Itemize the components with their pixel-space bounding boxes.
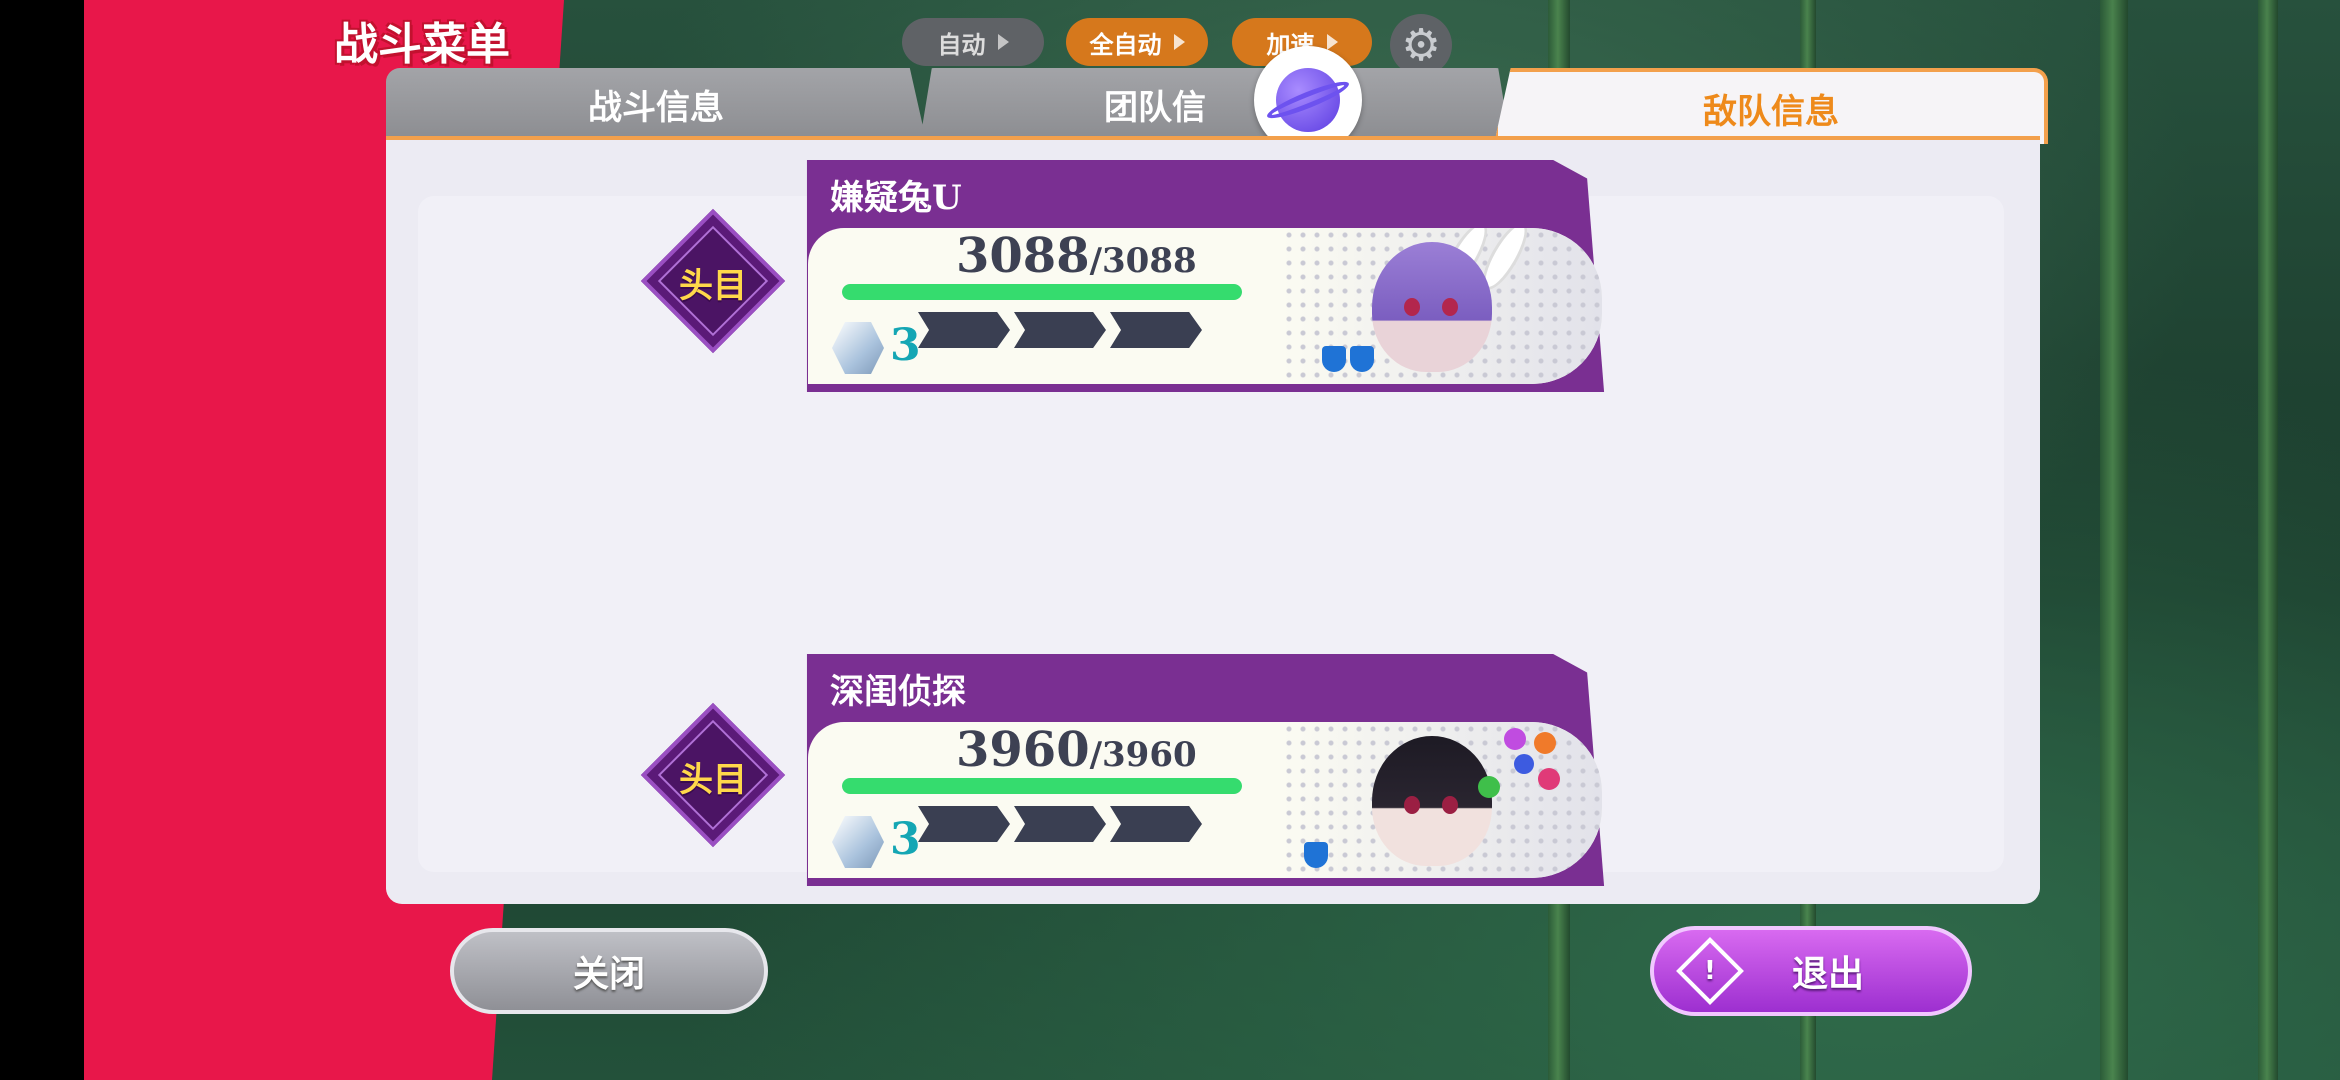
enemy-name: 深闺侦探	[830, 672, 966, 712]
enemy-portrait	[1282, 722, 1602, 878]
full-auto-button[interactable]: 全自动	[1066, 18, 1208, 66]
gauge-segment	[918, 312, 1010, 348]
enemy-card[interactable]: 深闺侦探 3960/3960 3	[790, 654, 1638, 886]
hp-bar-fill	[842, 284, 1242, 300]
crystal-icon	[832, 322, 884, 374]
hp-bar	[842, 778, 1242, 794]
gauge-segment	[1110, 312, 1202, 348]
shield-icon	[1350, 346, 1374, 372]
screen-edge	[0, 0, 84, 1080]
full-auto-label: 全自动	[1089, 30, 1162, 59]
auto-label: 自动	[937, 30, 986, 59]
gem-count: 3	[890, 814, 921, 865]
hp-current: 3088	[956, 228, 1090, 284]
hp-max: /3960	[1089, 735, 1197, 775]
hp-max: /3088	[1089, 241, 1197, 281]
bamboo-stalk	[2258, 0, 2278, 1080]
close-button[interactable]: 关闭	[450, 928, 768, 1014]
gear-icon[interactable]: ⚙	[1390, 14, 1452, 76]
gauge-segment	[918, 806, 1010, 842]
play-icon	[997, 34, 1009, 50]
tab-label: 敌队信息	[1703, 91, 1839, 132]
hp-readout: 3088/3088	[956, 228, 1197, 284]
tab-team-info[interactable]: 团队信	[920, 68, 1510, 140]
auto-button[interactable]: 自动	[902, 18, 1044, 66]
shield-icon	[1322, 346, 1346, 372]
break-gauge	[918, 312, 1202, 348]
play-icon	[1173, 34, 1185, 50]
exit-label: 退出	[1792, 954, 1865, 995]
enemy-card[interactable]: 嫌疑兔U 3088/3088 3	[790, 160, 1638, 392]
hp-current: 3960	[956, 722, 1090, 778]
hp-bar-fill	[842, 778, 1242, 794]
play-icon	[1326, 34, 1338, 50]
boss-label: 头目	[679, 266, 747, 306]
tab-battle-info[interactable]: 战斗信息	[386, 68, 926, 140]
planet-icon	[1264, 68, 1352, 132]
break-gauge	[918, 806, 1202, 842]
shield-icon	[1304, 842, 1328, 868]
tab-label: 战斗信息	[588, 87, 724, 128]
gauge-segment	[1110, 806, 1202, 842]
gem-count: 3	[890, 320, 921, 371]
gauge-segment	[1014, 312, 1106, 348]
card-body: 3960/3960 3	[808, 722, 1602, 878]
enemy-portrait	[1282, 228, 1602, 384]
exit-button[interactable]: ! 退出	[1650, 926, 1972, 1016]
enemy-name: 嫌疑兔U	[830, 178, 962, 218]
card-body: 3088/3088 3	[808, 228, 1602, 384]
boss-label: 头目	[679, 760, 747, 800]
crystal-icon	[832, 816, 884, 868]
menu-title: 战斗菜单	[334, 19, 510, 70]
gauge-segment	[1014, 806, 1106, 842]
warning-icon: !	[1676, 937, 1744, 1005]
hp-readout: 3960/3960	[956, 722, 1197, 778]
bamboo-stalk	[2100, 0, 2128, 1080]
close-label: 关闭	[572, 954, 645, 995]
hp-bar	[842, 284, 1242, 300]
tab-label: 团队信	[1104, 87, 1206, 128]
tab-enemy-info[interactable]: 敌队信息	[1494, 68, 2048, 144]
